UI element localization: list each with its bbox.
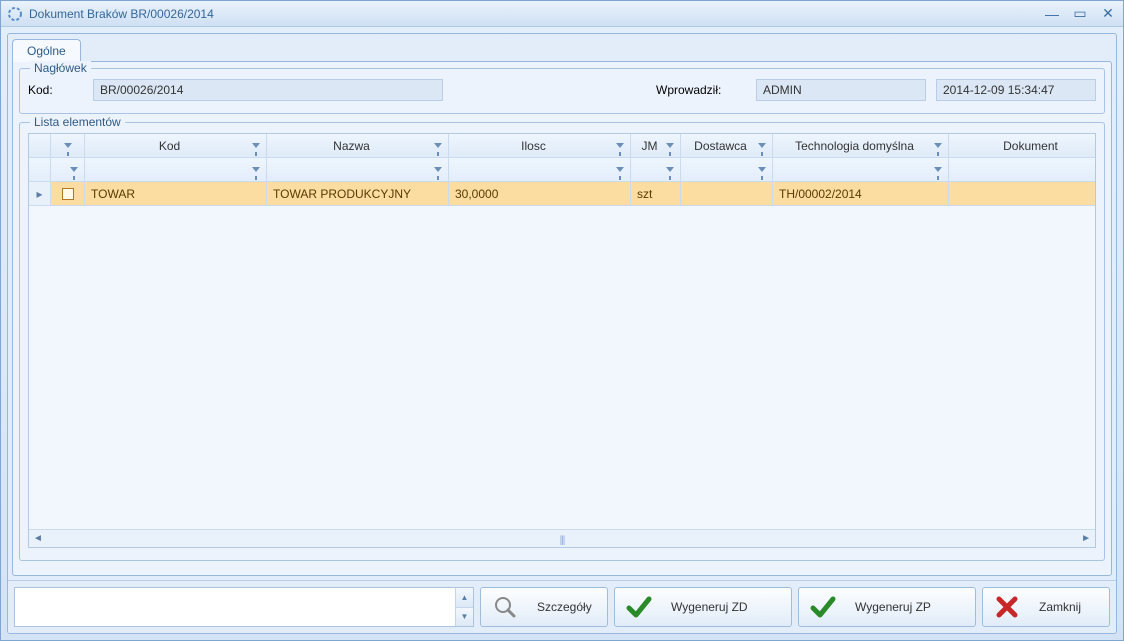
app-icon [7,6,23,22]
window-title: Dokument Braków BR/00026/2014 [29,7,1043,21]
filter-cell[interactable] [773,158,949,182]
cell-technologia: TH/00002/2014 [773,182,949,206]
col-jm[interactable]: JM [631,134,681,158]
filter-cell [29,158,51,182]
col-technologia[interactable]: Technologia domyślna [773,134,949,158]
filter-icon[interactable] [434,143,442,148]
close-window-button[interactable]: ✕ [1099,6,1117,22]
scroll-thumb[interactable] [560,532,565,546]
filter-icon [934,167,942,172]
filter-icon[interactable] [934,143,942,148]
filter-icon[interactable] [616,143,624,148]
filter-icon [758,167,766,172]
window: Dokument Braków BR/00026/2014 — ▭ ✕ Ogól… [0,0,1124,641]
filter-icon[interactable] [758,143,766,148]
cell-kod: TOWAR [85,182,267,206]
close-label: Zamknij [1039,600,1081,614]
spin-up-button[interactable]: ▲ [456,588,473,607]
filter-icon [616,167,624,172]
col-rowselector [29,134,51,158]
panel: Nagłówek Kod: BR/00026/2014 Wprowadził: … [12,61,1112,576]
check-icon [809,593,837,621]
footer: ▲ ▼ Szczegóły Wygeneruj ZD W [8,580,1116,633]
generate-zp-label: Wygeneruj ZP [855,600,931,614]
tab-bar: Ogólne [8,34,1116,61]
close-icon [993,593,1021,621]
row-indicator: ▸ [29,182,51,206]
kod-label: Kod: [28,83,83,97]
col-kod[interactable]: Kod [85,134,267,158]
generate-zd-label: Wygeneruj ZD [671,600,748,614]
filter-cell[interactable] [267,158,449,182]
content: Ogólne Nagłówek Kod: BR/00026/2014 Wprow… [7,33,1117,634]
horizontal-scrollbar[interactable]: ◄ ► [29,529,1095,547]
kod-value: BR/00026/2014 [93,79,443,101]
footer-combo[interactable]: ▲ ▼ [14,587,474,627]
filter-cell[interactable] [449,158,631,182]
row-checkbox[interactable] [51,182,85,206]
filter-icon [252,167,260,172]
filter-icon [666,167,674,172]
generate-zp-button[interactable]: Wygeneruj ZP [798,587,976,627]
cell-dostawca [681,182,773,206]
col-nazwa[interactable]: Nazwa [267,134,449,158]
magnifier-icon [491,593,519,621]
date-value: 2014-12-09 15:34:47 [936,79,1096,101]
filter-icon[interactable] [666,143,674,148]
details-label: Szczegóły [537,600,592,614]
header-row: Kod: BR/00026/2014 Wprowadził: ADMIN 201… [28,79,1096,101]
spin-down-button[interactable]: ▼ [456,607,473,627]
header-fieldset: Nagłówek Kod: BR/00026/2014 Wprowadził: … [19,68,1105,114]
filter-cell[interactable] [681,158,773,182]
scroll-right-icon[interactable]: ► [1081,533,1091,544]
col-checkbox[interactable] [51,134,85,158]
check-icon [625,593,653,621]
wprowadzil-label: Wprowadził: [656,83,746,97]
cell-nazwa: TOWAR PRODUKCYJNY [267,182,449,206]
window-buttons: — ▭ ✕ [1043,6,1117,22]
col-dostawca[interactable]: Dostawca [681,134,773,158]
maximize-button[interactable]: ▭ [1071,6,1089,22]
col-ilosc[interactable]: Ilosc [449,134,631,158]
grid: Kod Nazwa Ilosc JM Dostawca Technologia … [28,133,1096,548]
col-dokument[interactable]: Dokument [949,134,1095,158]
filter-cell[interactable] [85,158,267,182]
header-legend: Nagłówek [30,61,91,75]
grid-body: Kod Nazwa Ilosc JM Dostawca Technologia … [29,134,1095,529]
filter-icon [434,167,442,172]
wprowadzil-value: ADMIN [756,79,926,101]
cell-dokument [949,182,1095,206]
scroll-left-icon[interactable]: ◄ [33,533,43,544]
close-button[interactable]: Zamknij [982,587,1110,627]
minimize-button[interactable]: — [1043,6,1061,22]
filter-icon [64,143,72,148]
filter-icon[interactable] [252,143,260,148]
cell-jm: szt [631,182,681,206]
filter-cell[interactable] [949,158,1095,182]
details-button[interactable]: Szczegóły [480,587,608,627]
list-fieldset: Lista elementów Kod Nazwa Ilosc JM Dosta… [19,122,1105,561]
filter-cell[interactable] [51,158,85,182]
titlebar: Dokument Braków BR/00026/2014 — ▭ ✕ [1,1,1123,27]
spinner: ▲ ▼ [455,588,473,626]
list-legend: Lista elementów [30,115,125,129]
filter-icon [70,167,78,172]
generate-zd-button[interactable]: Wygeneruj ZD [614,587,792,627]
cell-ilosc: 30,0000 [449,182,631,206]
tab-general[interactable]: Ogólne [12,39,81,62]
filter-cell[interactable] [631,158,681,182]
